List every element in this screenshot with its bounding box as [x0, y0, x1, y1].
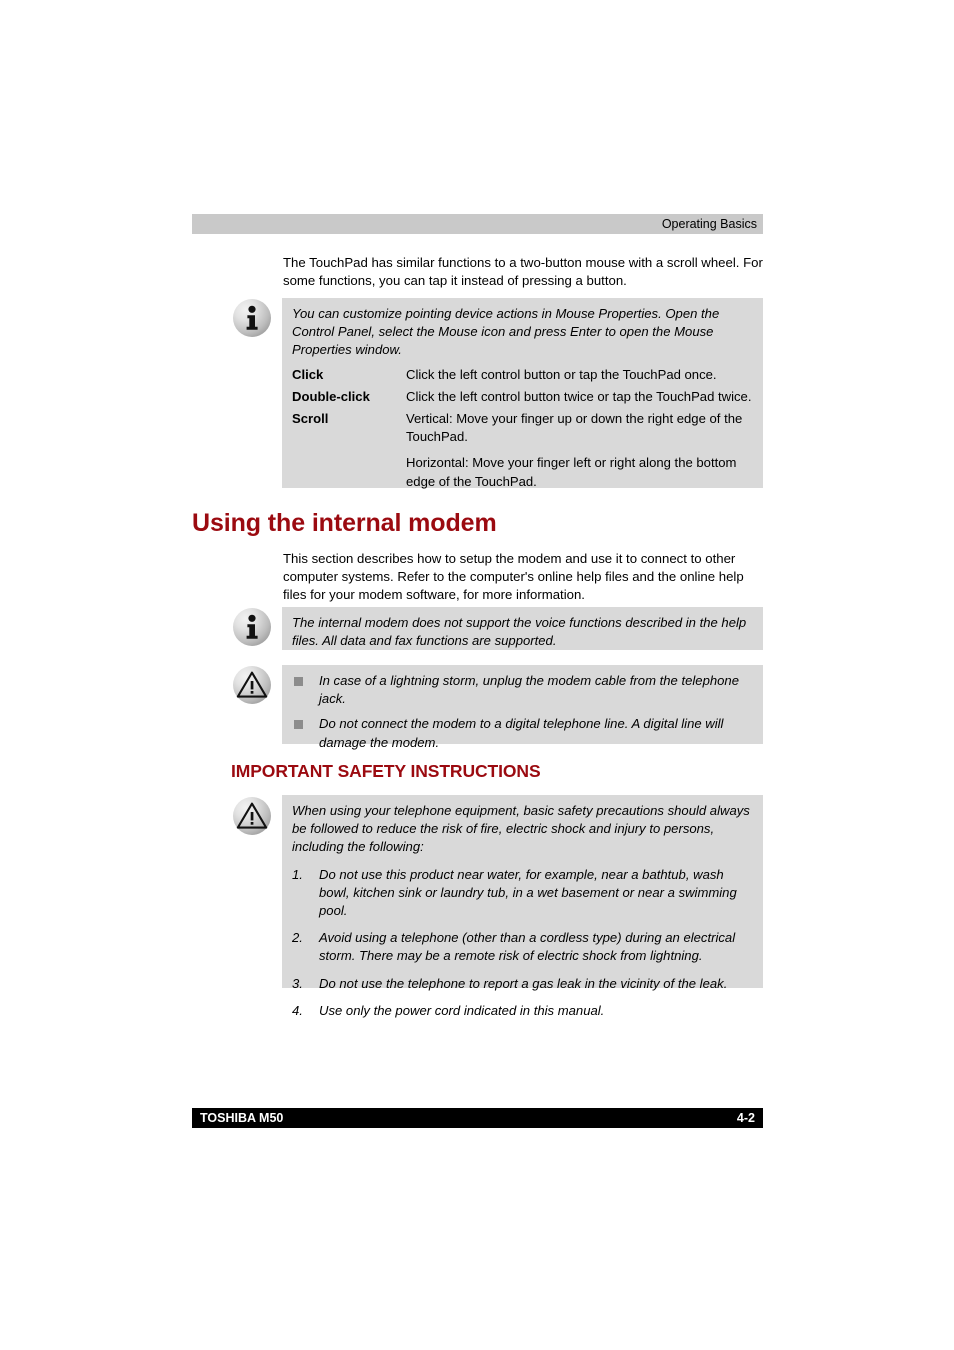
definition-description: Vertical: Move your finger up or down th…: [406, 411, 743, 445]
list-item: 2. Avoid using a telephone (other than a…: [292, 929, 755, 965]
page-title: Using the internal modem: [192, 509, 497, 537]
definition-term: Scroll: [292, 411, 329, 427]
list-item: 4. Use only the power cord indicated in …: [292, 1002, 755, 1020]
safety-intro-text: When using your telephone equipment, bas…: [292, 803, 750, 855]
definition-row-double-click: Double-click Click the left control butt…: [292, 388, 755, 406]
definition-description: Click the left control button or tap the…: [406, 366, 717, 382]
list-item-number: 2.: [292, 930, 303, 946]
definition-row-click: Click Click the left control button or t…: [292, 366, 755, 384]
page-footer-bar: TOSHIBA M50 4-2: [192, 1108, 763, 1128]
definition-term: Click: [292, 366, 324, 382]
safety-heading: IMPORTANT SAFETY INSTRUCTIONS: [231, 761, 541, 781]
touchpad-note-text: You can customize pointing device action…: [292, 306, 720, 358]
info-icon: [233, 608, 271, 646]
caution-bullet-text: In case of a lightning storm, unplug the…: [319, 673, 739, 707]
list-item: Do not connect the modem to a digital te…: [292, 715, 755, 751]
touchpad-definition-list: Click Click the left control button or t…: [292, 366, 755, 491]
list-item-number: 4.: [292, 1002, 303, 1018]
warning-icon: [233, 666, 271, 704]
intro-paragraph: The TouchPad has similar functions to a …: [283, 255, 763, 289]
info-icon: [233, 299, 271, 337]
modem-note-text: The internal modem does not support the …: [292, 615, 747, 649]
definition-description: Click the left control button twice or t…: [406, 388, 752, 404]
list-item-text: Use only the power cord indicated in thi…: [319, 1002, 605, 1018]
list-item-text: Avoid using a telephone (other than a co…: [319, 930, 736, 964]
caution-bullet-text: Do not connect the modem to a digital te…: [319, 716, 724, 750]
touchpad-note-callout: You can customize pointing device action…: [282, 298, 763, 491]
footer-product-name: TOSHIBA M50: [200, 1111, 284, 1125]
list-item-text: Do not use the telephone to report a gas…: [319, 975, 728, 991]
square-bullet-icon: [294, 720, 303, 730]
list-item: 1. Do not use this product near water, f…: [292, 866, 755, 921]
warning-icon: [233, 797, 271, 835]
page-header-text: Operating Basics: [661, 217, 757, 231]
modem-note-callout: The internal modem does not support the …: [282, 607, 763, 650]
page-header-bar: Operating Basics: [192, 214, 763, 234]
modem-paragraph: This section describes how to setup the …: [283, 551, 744, 603]
list-item-text: Do not use this product near water, for …: [319, 866, 737, 919]
list-item: 3. Do not use the telephone to report a …: [292, 975, 755, 993]
page-number: 4-2: [736, 1111, 755, 1125]
square-bullet-icon: [294, 677, 303, 686]
modem-caution-callout: In case of a lightning storm, unplug the…: [282, 665, 763, 750]
definition-term: Double-click: [292, 388, 370, 404]
list-item: In case of a lightning storm, unplug the…: [292, 672, 755, 708]
list-item-number: 1.: [292, 866, 303, 882]
definition-description-extra: Horizontal: Move your finger left or rig…: [406, 455, 737, 489]
list-item-number: 3.: [292, 975, 303, 991]
definition-row-scroll: Scroll Vertical: Move your finger up or …: [292, 410, 755, 491]
safety-warning-callout: When using your telephone equipment, bas…: [282, 795, 763, 1018]
document-page: Operating Basics The TouchPad has simila…: [0, 0, 954, 1350]
